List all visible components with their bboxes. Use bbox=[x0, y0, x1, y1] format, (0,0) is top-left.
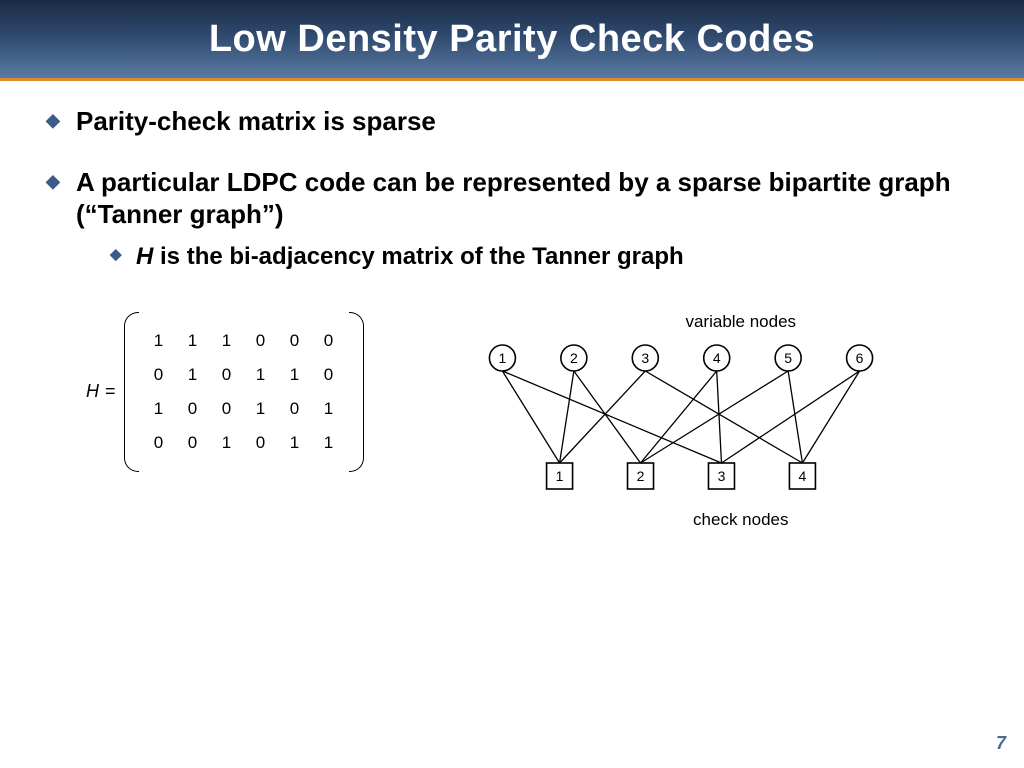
page-number: 7 bbox=[996, 733, 1006, 754]
slide-title: Low Density Parity Check Codes bbox=[209, 18, 815, 61]
tanner-edge bbox=[802, 371, 859, 463]
check-node-label: 4 bbox=[798, 468, 806, 484]
H-symbol: H bbox=[136, 243, 153, 270]
variable-node-label: 3 bbox=[641, 350, 649, 366]
variable-nodes-label: variable nodes bbox=[504, 312, 978, 332]
matrix-cell: 1 bbox=[176, 324, 210, 358]
matrix-cell: 0 bbox=[210, 358, 244, 392]
matrix-table: 111000 010110 100101 001011 bbox=[142, 324, 346, 460]
title-bar: Low Density Parity Check Codes bbox=[0, 0, 1024, 78]
variable-node-label: 4 bbox=[713, 350, 721, 366]
tanner-edge bbox=[640, 371, 788, 463]
matrix-cell: 0 bbox=[176, 392, 210, 426]
matrix-cell: 0 bbox=[278, 392, 312, 426]
check-node-label: 2 bbox=[636, 468, 644, 484]
matrix-cell: 1 bbox=[210, 426, 244, 460]
content-area: Parity-check matrix is sparse A particul… bbox=[0, 81, 1024, 530]
tanner-graph-block: variable nodes 1 2 3 4 5 6 1 2 3 4 check nodes bbox=[384, 312, 978, 530]
check-node-label: 3 bbox=[717, 468, 725, 484]
variable-node-label: 2 bbox=[570, 350, 578, 366]
bullet-2-sub-1-rest: is the bi-adjacency matrix of the Tanner… bbox=[153, 243, 683, 270]
matrix-cell: 0 bbox=[244, 426, 278, 460]
matrix-cell: 1 bbox=[176, 358, 210, 392]
bullet-2-text: A particular LDPC code can be represente… bbox=[76, 167, 951, 230]
matrix-cell: 0 bbox=[244, 324, 278, 358]
matrix-cell: 0 bbox=[142, 426, 176, 460]
matrix-cell: 0 bbox=[278, 324, 312, 358]
matrix-cell: 0 bbox=[312, 324, 346, 358]
tanner-graph: 1 2 3 4 5 6 1 2 3 4 bbox=[431, 336, 931, 506]
matrix-cell: 1 bbox=[278, 426, 312, 460]
check-nodes-label: check nodes bbox=[504, 510, 978, 530]
matrix-block: H = 111000 010110 100101 001011 bbox=[86, 312, 364, 472]
bullet-2-sub-1: H is the bi-adjacency matrix of the Tann… bbox=[76, 241, 978, 272]
matrix-cell: 1 bbox=[210, 324, 244, 358]
tanner-edge bbox=[502, 371, 559, 463]
variable-node-label: 6 bbox=[855, 350, 863, 366]
matrix-cell: 1 bbox=[278, 358, 312, 392]
bullet-2: A particular LDPC code can be represente… bbox=[46, 166, 978, 272]
matrix-equals: = bbox=[105, 381, 116, 402]
matrix-cell: 1 bbox=[312, 426, 346, 460]
tanner-edge bbox=[574, 371, 641, 463]
tanner-edge bbox=[559, 371, 645, 463]
tanner-edge bbox=[502, 371, 721, 463]
variable-node-label: 5 bbox=[784, 350, 792, 366]
tanner-edge bbox=[645, 371, 802, 463]
matrix-cell: 0 bbox=[312, 358, 346, 392]
variable-node-label: 1 bbox=[498, 350, 506, 366]
matrix-cell: 0 bbox=[142, 358, 176, 392]
matrix-brackets: 111000 010110 100101 001011 bbox=[124, 312, 364, 472]
matrix-cell: 1 bbox=[142, 324, 176, 358]
matrix-cell: 1 bbox=[142, 392, 176, 426]
check-node-label: 1 bbox=[555, 468, 563, 484]
matrix-cell: 0 bbox=[176, 426, 210, 460]
matrix-cell: 1 bbox=[312, 392, 346, 426]
matrix-cell: 1 bbox=[244, 358, 278, 392]
tanner-edge bbox=[640, 371, 716, 463]
matrix-cell: 0 bbox=[210, 392, 244, 426]
bullet-1: Parity-check matrix is sparse bbox=[46, 105, 978, 138]
tanner-edge bbox=[716, 371, 721, 463]
matrix-label: H bbox=[86, 381, 99, 402]
matrix-cell: 1 bbox=[244, 392, 278, 426]
